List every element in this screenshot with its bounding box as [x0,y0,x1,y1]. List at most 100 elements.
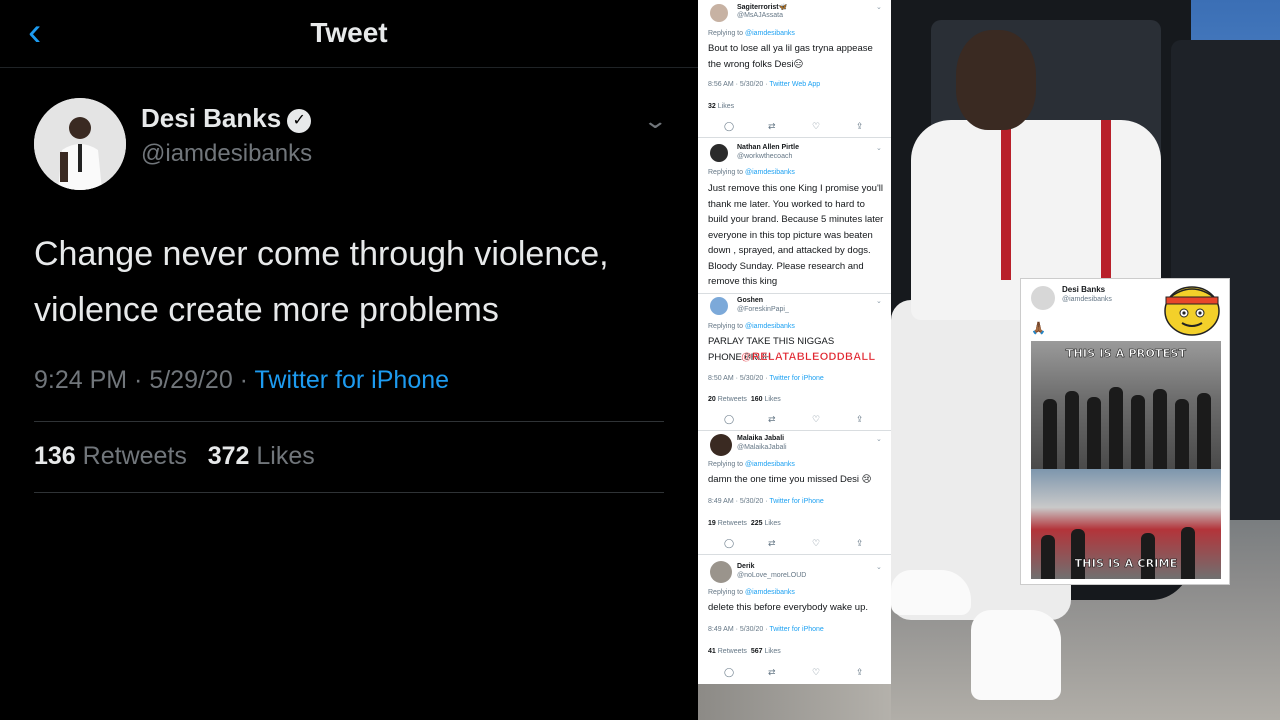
comment-icon[interactable]: ◯ [724,667,734,678]
reply-author-name[interactable]: Nathan Allen Pirtle [737,144,799,151]
chevron-down-icon[interactable]: ⌄ [876,3,882,11]
likes-count[interactable]: 160 [751,396,763,403]
avatar[interactable] [34,98,126,190]
chevron-down-icon[interactable]: ⌄ [876,144,882,152]
reply-source[interactable]: Twitter for iPhone [769,498,823,505]
reply-author-name[interactable]: Goshen [737,297,763,304]
author-handle[interactable]: @iamdesibanks [141,140,312,168]
likes-label: Likes [764,520,781,527]
heart-icon[interactable]: ♡ [812,667,820,678]
comment-icon[interactable]: ◯ [724,538,734,549]
reply-text: damn the one time you missed Desi 😢 [708,474,872,485]
reply-item[interactable]: Goshen @ForeskinPapi_ ⌄ Replying to @iam… [698,294,891,431]
comment-icon[interactable]: ◯ [724,414,734,425]
share-icon[interactable]: ⇪ [856,538,864,549]
replying-prefix: Replying to [708,461,745,468]
watermark-text: @RELATABLEODDBALL [741,351,876,363]
reply-time: 8:49 AM · 5/30/20 · [708,498,770,505]
reply-meta: 8:50 AM · 5/30/20 · Twitter for iPhone [708,375,824,382]
reply-meta: 8:49 AM · 5/30/20 · Twitter for iPhone [708,626,824,633]
share-icon[interactable]: ⇪ [856,121,864,132]
share-icon[interactable]: ⇪ [856,414,864,425]
heart-icon[interactable]: ♡ [812,538,820,549]
reply-source[interactable]: Twitter Web App [769,81,820,88]
main-tweet-panel: ‹ Tweet Desi Banks ✓ @iamdesibanks ⌄ Chan… [0,0,698,720]
likes-count[interactable]: 32 [708,103,716,110]
heart-icon[interactable]: ♡ [812,414,820,425]
prayer-hands-emoji: 🙏🏾 [1031,321,1046,335]
tweet-source[interactable]: Twitter for iPhone [255,366,450,394]
reply-actions: ◯ ⇄ ♡ ⇪ [698,414,891,426]
retweet-icon[interactable]: ⇄ [768,121,776,132]
jacket-stripe [1101,120,1111,280]
avatar[interactable] [710,561,732,583]
crowd-figure [1065,391,1079,469]
replying-to-handle[interactable]: @iamdesibanks [745,589,795,596]
replying-to-handle[interactable]: @iamdesibanks [745,169,795,176]
comment-icon[interactable]: ◯ [724,121,734,132]
reply-author-handle[interactable]: @workwthecoach [737,153,792,160]
reply-author-handle[interactable]: @noLove_moreLOUD [737,572,806,579]
reply-source[interactable]: Twitter for iPhone [769,626,823,633]
pavement-strip [698,684,891,720]
tweet-time: 9:24 PM · 5/29/20 · [34,366,255,394]
inset-tweet-card: Desi Banks @iamdesibanks 🙏🏾 THIS IS A PR… [1020,278,1230,585]
retweet-icon[interactable]: ⇄ [768,538,776,549]
likes-count[interactable]: 225 [751,520,763,527]
likes-count[interactable]: 372 [208,442,250,470]
replying-to-handle[interactable]: @iamdesibanks [745,323,795,330]
avatar[interactable] [710,144,728,162]
shoe [971,610,1061,700]
replying-prefix: Replying to [708,169,745,176]
reply-item[interactable]: Nathan Allen Pirtle @workwthecoach ⌄ Rep… [698,138,891,294]
replying-to-handle[interactable]: @iamdesibanks [745,30,795,37]
verified-badge-icon: ✓ [287,109,312,133]
reply-author-name[interactable]: Sagiterrorist🦋 [737,3,787,11]
crowd-figure [1181,527,1195,579]
avatar[interactable] [710,297,728,315]
reply-item[interactable]: Derik @noLove_moreLOUD ⌄ Replying to @ia… [698,555,891,684]
caption-crime: THIS IS A CRIME [1074,557,1178,571]
reply-text: Just remove this one King I promise you'… [708,183,884,287]
retweets-count[interactable]: 41 [708,648,716,655]
reply-meta: 8:49 AM · 5/30/20 · Twitter for iPhone [708,498,824,505]
chevron-down-icon[interactable]: ⌄ [876,563,882,571]
replying-to-handle[interactable]: @iamdesibanks [745,461,795,468]
retweet-icon[interactable]: ⇄ [768,667,776,678]
retweets-count[interactable]: 19 [708,520,716,527]
reply-author-handle[interactable]: @MsAJAssata [737,12,783,19]
reply-item[interactable]: Sagiterrorist🦋 @MsAJAssata ⌄ Replying to… [698,0,891,138]
heart-icon[interactable]: ♡ [812,121,820,132]
reply-author-name[interactable]: Derik [737,563,755,570]
retweet-icon[interactable]: ⇄ [768,414,776,425]
reply-author-name[interactable]: Malaika Jabali [737,435,784,442]
replying-to: Replying to @iamdesibanks [708,169,795,176]
protest-photo: THIS IS A PROTEST [1031,341,1221,469]
tweet-text: Change never come through violence, viol… [34,235,609,329]
retweets-count[interactable]: 136 [34,442,76,470]
reply-item[interactable]: Malaika Jabali @MalaikaJabali ⌄ Replying… [698,431,891,555]
retweets-label: Retweets [82,442,187,470]
crowd-figure [1175,399,1189,469]
retweets-count[interactable]: 20 [708,396,716,403]
chevron-down-icon[interactable]: ⌄ [642,108,668,134]
chevron-down-icon[interactable]: ⌄ [876,297,882,305]
reply-author-handle[interactable]: @MalaikaJabali [737,444,787,451]
chevron-down-icon[interactable]: ⌄ [876,435,882,443]
author-name[interactable]: Desi Banks ✓ [141,103,312,134]
crowd-figure [1131,395,1145,469]
likes-count[interactable]: 567 [751,648,763,655]
reply-stats: 19 Retweets 225 Likes [708,520,781,527]
avatar[interactable] [710,434,732,456]
replying-to: Replying to @iamdesibanks [708,589,795,596]
reply-author-handle[interactable]: @ForeskinPapi_ [737,306,789,313]
author-name-text: Desi Banks [141,103,282,133]
share-icon[interactable]: ⇪ [856,667,864,678]
avatar[interactable] [710,4,728,22]
crowd-figure [1197,393,1211,469]
reply-meta: 8:56 AM · 5/30/20 · Twitter Web App [708,81,820,88]
reply-actions: ◯ ⇄ ♡ ⇪ [698,538,891,550]
crowd-figure [1141,533,1155,579]
reply-source[interactable]: Twitter for iPhone [769,375,823,382]
reply-actions: ◯ ⇄ ♡ ⇪ [698,667,891,679]
